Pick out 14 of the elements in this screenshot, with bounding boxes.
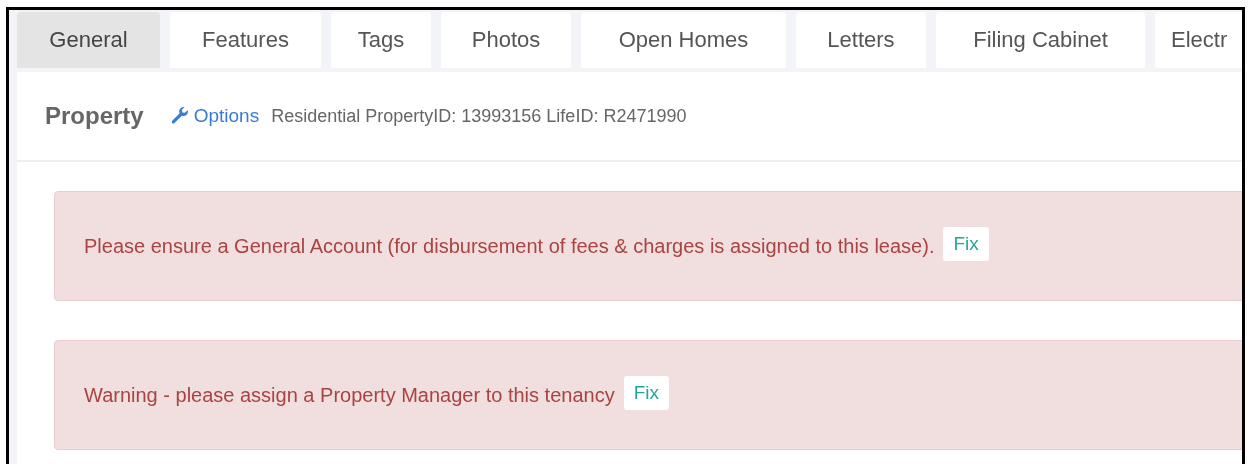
alert-message: Please ensure a General Account (for disbursement of fees & charges is assigned to this lease).	[84, 234, 935, 258]
tab[interactable]: Tags	[331, 12, 431, 68]
section-title: Property	[45, 102, 144, 130]
tab[interactable]: Features	[170, 12, 321, 68]
wrench-icon	[169, 106, 190, 126]
options-link[interactable]: Options	[169, 105, 260, 127]
tab[interactable]: General	[17, 12, 160, 68]
alert-message: Warning - please assign a Property Manager to this tenancy	[84, 383, 615, 407]
tab[interactable]: Open Homes	[581, 12, 786, 68]
property-info: Residential PropertyID: 13993156 LifeID: R2471990	[271, 105, 687, 127]
tab[interactable]: Letters	[796, 12, 926, 68]
tab[interactable]: Electr	[1155, 12, 1242, 68]
tab[interactable]: Photos	[441, 12, 571, 68]
tab[interactable]: Filing Cabinet	[936, 12, 1145, 68]
